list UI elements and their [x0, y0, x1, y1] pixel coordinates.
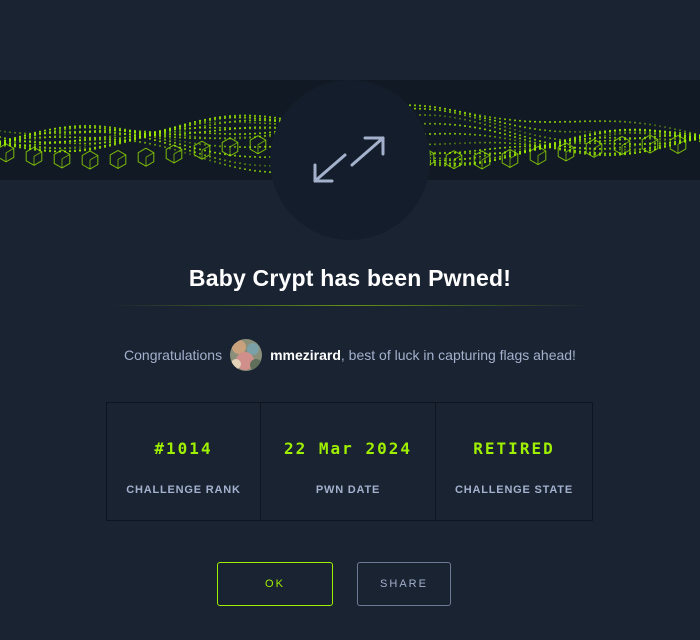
- stat-challenge-rank: #1014 CHALLENGE RANK: [107, 403, 261, 520]
- stat-challenge-state: RETIRED CHALLENGE STATE: [436, 403, 592, 520]
- congrats-trail: , best of luck in capturing flags ahead!: [340, 347, 576, 363]
- ok-button[interactable]: OK: [217, 562, 333, 606]
- page-title: Baby Crypt has been Pwned!: [188, 265, 512, 291]
- stats-panel: #1014 CHALLENGE RANK 22 Mar 2024 PWN DAT…: [106, 402, 593, 521]
- stat-label: PWN DATE: [315, 484, 381, 496]
- expand-arrows-icon: [313, 136, 385, 183]
- stat-value: RETIRED: [473, 439, 555, 458]
- congrats-message: Congratulations mmezirard , best of luck…: [0, 338, 700, 372]
- title-divider: [110, 305, 590, 306]
- congrats-lead: Congratulations: [124, 347, 223, 363]
- share-button[interactable]: SHARE: [357, 562, 451, 606]
- stat-label: CHALLENGE STATE: [455, 484, 573, 496]
- stat-value: 22 Mar 2024: [284, 439, 412, 458]
- avatar: [230, 339, 263, 371]
- stat-value: #1014: [154, 439, 213, 458]
- challenge-badge: [270, 80, 430, 240]
- stat-pwn-date: 22 Mar 2024 PWN DATE: [261, 403, 436, 520]
- username[interactable]: mmezirard: [270, 347, 341, 363]
- stat-label: CHALLENGE RANK: [126, 484, 241, 496]
